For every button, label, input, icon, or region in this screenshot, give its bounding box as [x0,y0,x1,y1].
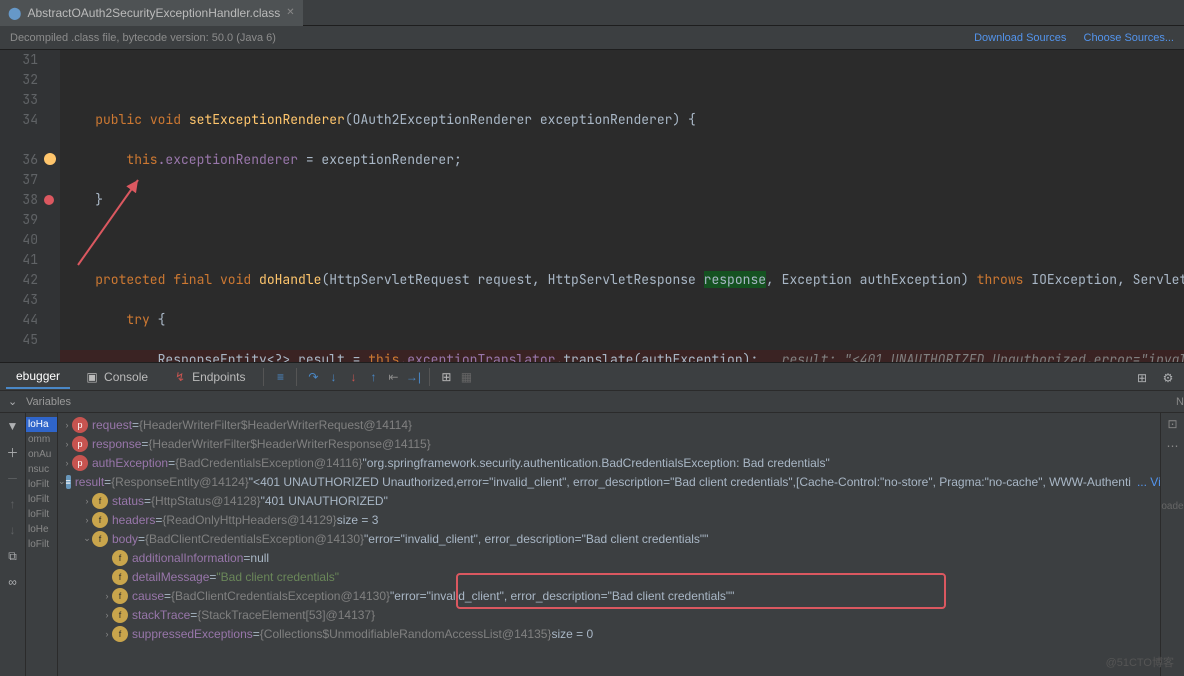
debug-toolbar: ebugger ▣Console ↯Endpoints ≡ ↷ ↓ ↓ ↑ ⇤ … [0,363,1184,391]
right-gutter: ⊡ ⋯ oade [1160,413,1184,676]
variables-header: ⌄ Variables N [0,391,1184,413]
filter-icon[interactable]: ▼ [4,417,22,435]
line-gutter: 3132333436373839404142434445 [0,50,46,362]
field-icon: f [92,531,108,547]
code-editor[interactable]: 3132333436373839404142434445 public void… [0,50,1184,362]
console-icon: ▣ [84,369,100,385]
up-icon[interactable]: ↑ [4,495,22,513]
tab-debugger[interactable]: ebugger [6,365,70,389]
down-icon[interactable]: ↓ [4,521,22,539]
layout-icon[interactable]: ⊞ [1132,368,1152,388]
frames-strip[interactable]: loHaommonAunsucloFiltloFiltloFiltloHeloF… [26,413,58,676]
loader-hint: oade [1161,501,1183,512]
chevron-right-icon[interactable]: › [102,629,112,639]
view-link[interactable]: ... View [1137,475,1160,489]
drop-frame-icon[interactable]: ⇤ [385,369,401,385]
gear-icon[interactable]: ⚙ [1158,368,1178,388]
chevron-down-icon[interactable]: ⌄ [58,476,66,487]
gutter-icons [46,50,60,362]
watermark: @51CTO博客 [1106,654,1174,670]
variables-tree[interactable]: ›prequest = {HeaderWriterFilter$HeaderWr… [58,413,1160,676]
run-to-cursor-icon[interactable]: →| [405,369,421,385]
link-icon[interactable]: ∞ [4,573,22,591]
force-step-icon[interactable]: ↓ [345,369,361,385]
info-text: Decompiled .class file, bytecode version… [10,32,276,44]
debug-side-toolbar: ▼ ＋ － ↑ ↓ ⧉ ∞ [0,413,26,676]
close-icon[interactable]: ✕ [286,7,294,18]
chevron-down-icon[interactable]: ⌄ [8,395,26,408]
step-over-icon[interactable]: ↷ [305,369,321,385]
bulb-icon[interactable] [44,153,56,165]
chevron-right-icon[interactable]: › [62,458,72,468]
file-tab[interactable]: ⬤ AbstractOAuth2SecurityExceptionHandler… [0,0,303,26]
field-icon: f [112,588,128,604]
param-icon: p [72,417,88,433]
code-body[interactable]: public void setExceptionRenderer(OAuth2E… [60,50,1184,362]
add-icon[interactable]: ＋ [4,443,22,461]
chevron-right-icon[interactable]: › [82,515,92,525]
copy-icon[interactable]: ⧉ [4,547,22,565]
param-icon: p [72,436,88,452]
tab-endpoints[interactable]: ↯Endpoints [162,365,255,389]
field-icon: f [92,493,108,509]
field-icon: f [112,550,128,566]
decompile-info-bar: Decompiled .class file, bytecode version… [0,26,1184,50]
tab-label: AbstractOAuth2SecurityExceptionHandler.c… [27,6,280,20]
chevron-right-icon[interactable]: › [82,496,92,506]
variables-body: ▼ ＋ － ↑ ↓ ⧉ ∞ loHaommonAunsucloFiltloFil… [0,413,1184,676]
endpoints-icon: ↯ [172,369,188,385]
field-icon: f [92,512,108,528]
chevron-right-icon[interactable]: › [62,420,72,430]
debug-panel: ebugger ▣Console ↯Endpoints ≡ ↷ ↓ ↓ ↑ ⇤ … [0,362,1184,676]
breakpoint-icon[interactable] [44,195,54,205]
tab-console[interactable]: ▣Console [74,365,158,389]
download-sources-link[interactable]: Download Sources [974,32,1066,44]
remove-icon[interactable]: － [4,469,22,487]
java-icon: ⬤ [8,6,21,20]
new-watch-icon[interactable]: N [1176,396,1184,408]
more-icon[interactable]: ⋯ [1167,439,1179,453]
choose-sources-link[interactable]: Choose Sources... [1084,32,1175,44]
tab-bar: ⬤ AbstractOAuth2SecurityExceptionHandler… [0,0,1184,26]
param-icon: p [72,455,88,471]
chevron-down-icon[interactable]: ⌄ [82,533,92,544]
chevron-right-icon[interactable]: › [62,439,72,449]
evaluate-icon[interactable]: ⊞ [438,369,454,385]
expand-icon[interactable]: ⊡ [1167,417,1177,431]
step-out-icon[interactable]: ↑ [365,369,381,385]
step-into-icon[interactable]: ↓ [325,369,341,385]
chevron-right-icon[interactable]: › [102,610,112,620]
field-icon: f [112,569,128,585]
trace-icon[interactable]: ▦ [458,369,474,385]
threads-icon[interactable]: ≡ [272,369,288,385]
entity-icon: ≡ [66,475,71,489]
chevron-right-icon[interactable]: › [102,591,112,601]
field-icon: f [112,607,128,623]
field-icon: f [112,626,128,642]
